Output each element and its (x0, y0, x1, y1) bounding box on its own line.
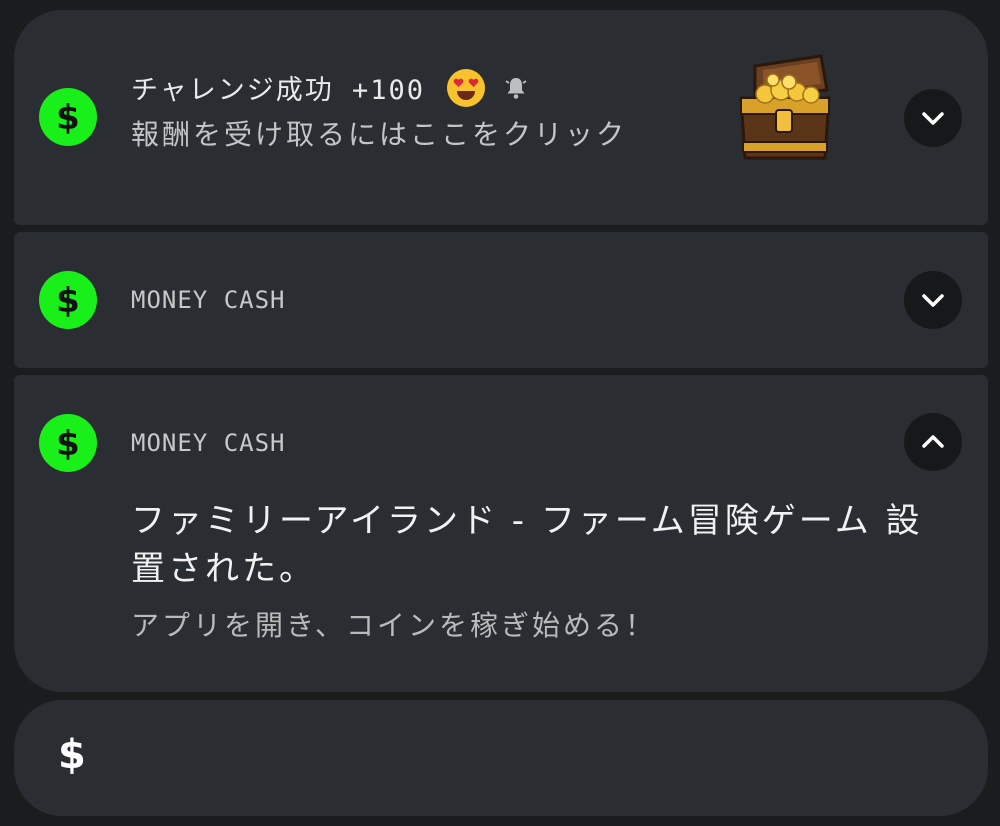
svg-text:$: $ (56, 281, 80, 320)
dollar-icon: $ (39, 271, 97, 329)
dollar-icon: $ (39, 88, 97, 146)
chevron-down-icon (922, 294, 944, 307)
dollar-icon: $ (39, 414, 97, 472)
chevron-up-icon (922, 435, 944, 448)
chevron-down-icon (922, 112, 944, 125)
notification-message-body: アプリを開き、コインを稼ぎ始める！ (131, 609, 657, 642)
notification-subtitle: 報酬を受け取るにはここをクリック (131, 118, 628, 151)
expand-button[interactable] (904, 89, 962, 147)
notification-message-title: ファミリーアイランド - ファーム冒険ゲーム 設置された。 (131, 501, 923, 589)
svg-text:$: $ (56, 424, 80, 463)
notification-title: チャレンジ成功 +100 (131, 75, 426, 106)
notification-stack: $ チャレンジ成功 +100 報酬を受け取るにはここをクリック $ MONEY … (0, 0, 1000, 826)
collapse-button[interactable] (904, 413, 962, 471)
dollar-icon: $ (58, 732, 86, 778)
app-name: MONEY CASH (131, 429, 286, 457)
svg-text:$: $ (56, 98, 80, 137)
notification-partial[interactable] (14, 700, 988, 816)
expand-button[interactable] (904, 271, 962, 329)
bell-icon (505, 77, 527, 99)
app-name: MONEY CASH (131, 286, 286, 314)
heart-eyes-emoji-icon (447, 68, 486, 107)
notification-title-row: チャレンジ成功 +100 (131, 68, 529, 107)
treasure-chest-image (739, 54, 831, 160)
